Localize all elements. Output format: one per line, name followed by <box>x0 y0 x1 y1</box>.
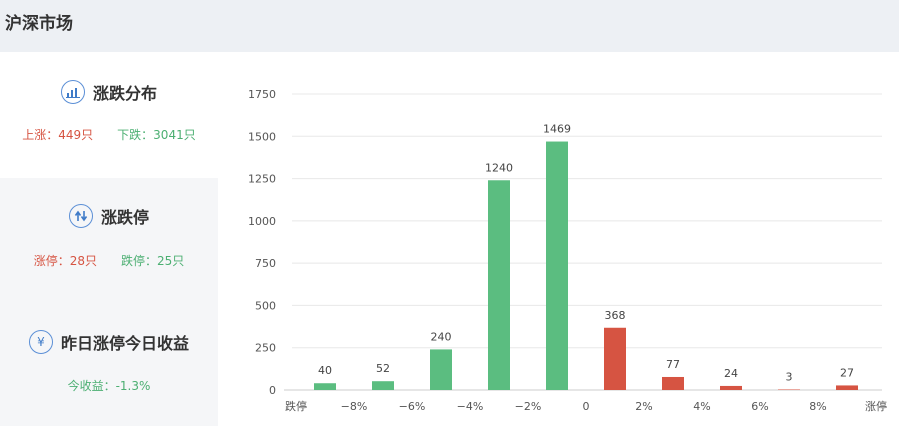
x-tick-label: 8% <box>809 400 826 413</box>
limit-title-text: 涨跌停 <box>100 208 149 227</box>
x-tick-label: 涨停 <box>865 399 887 413</box>
bar-value-label: 27 <box>840 366 854 379</box>
bar <box>836 385 858 390</box>
x-tick-label: 6% <box>751 400 768 413</box>
limit-title: 涨跌停 <box>0 204 218 228</box>
y-tick-label: 750 <box>255 257 276 270</box>
bar-value-label: 1240 <box>485 161 513 174</box>
bar <box>662 376 684 390</box>
yesterday-title-text: 昨日涨停今日收益 <box>60 334 189 353</box>
x-tick-label: −4% <box>457 400 484 413</box>
bar <box>372 381 394 390</box>
yen-icon: ¥ <box>28 330 53 354</box>
distribution-title-text: 涨跌分布 <box>92 84 157 103</box>
limit-up-count: 涨停：28只 <box>33 254 97 268</box>
bar <box>778 389 800 390</box>
y-tick-label: 1000 <box>248 215 276 228</box>
down-count: 下跌：3041只 <box>117 128 196 142</box>
today-return: 今收益：-1.3% <box>67 379 151 393</box>
page-title: 沪深市场 <box>5 14 73 34</box>
y-tick-label: 250 <box>255 342 276 355</box>
bar <box>314 383 336 390</box>
distribution-title: 涨跌分布 <box>0 80 218 104</box>
bar-chart-icon <box>60 80 85 104</box>
bar-value-label: 3 <box>786 370 793 383</box>
yesterday-return: 今收益：-1.3% <box>0 377 218 394</box>
distribution-chart: 0 250 500 750 1000 1250 1500 1750 跌停 −8% −6% −4% −2%… <box>248 88 887 413</box>
y-tick-label: 1250 <box>248 173 276 186</box>
bar-value-label: 40 <box>318 364 332 377</box>
bar <box>604 327 626 390</box>
bar-value-label: 368 <box>605 309 626 322</box>
bar-value-label: 77 <box>666 358 680 371</box>
distribution-counts: 上涨：449只 下跌：3041只 <box>0 126 218 143</box>
distribution-panel: 涨跌分布 上涨：449只 下跌：3041只 <box>0 52 218 178</box>
bar <box>488 180 510 390</box>
bar <box>720 385 742 390</box>
bar-value-label: 1469 <box>543 123 571 136</box>
up-count: 上涨：449只 <box>22 128 94 142</box>
y-tick-label: 1500 <box>248 130 276 143</box>
bar-value-label: 24 <box>724 367 738 380</box>
limit-down-count: 跌停：25只 <box>121 254 185 268</box>
limit-panel: 涨跌停 涨停：28只 跌停：25只 ¥ 昨日涨停今日收益 今收益：-1.3% <box>0 178 218 426</box>
limit-counts: 涨停：28只 跌停：25只 <box>0 252 218 269</box>
x-tick-label: 跌停 <box>285 399 307 413</box>
x-tick-label: −8% <box>341 400 368 413</box>
up-down-arrows-icon <box>68 204 93 228</box>
market-header: 沪深市场 <box>0 0 899 52</box>
bar <box>546 141 568 390</box>
x-tick-label: −2% <box>515 400 542 413</box>
yesterday-title: ¥ 昨日涨停今日收益 <box>0 330 218 354</box>
bar <box>430 349 452 390</box>
bar-value-label: 52 <box>376 362 390 375</box>
x-tick-label: −6% <box>399 400 426 413</box>
y-tick-label: 1750 <box>248 88 276 101</box>
bar-value-label: 240 <box>431 330 452 343</box>
x-tick-label: 4% <box>693 400 710 413</box>
x-tick-label: 2% <box>635 400 652 413</box>
x-tick-label: 0 <box>583 400 590 413</box>
y-tick-label: 0 <box>269 384 276 397</box>
y-tick-label: 500 <box>255 299 276 312</box>
